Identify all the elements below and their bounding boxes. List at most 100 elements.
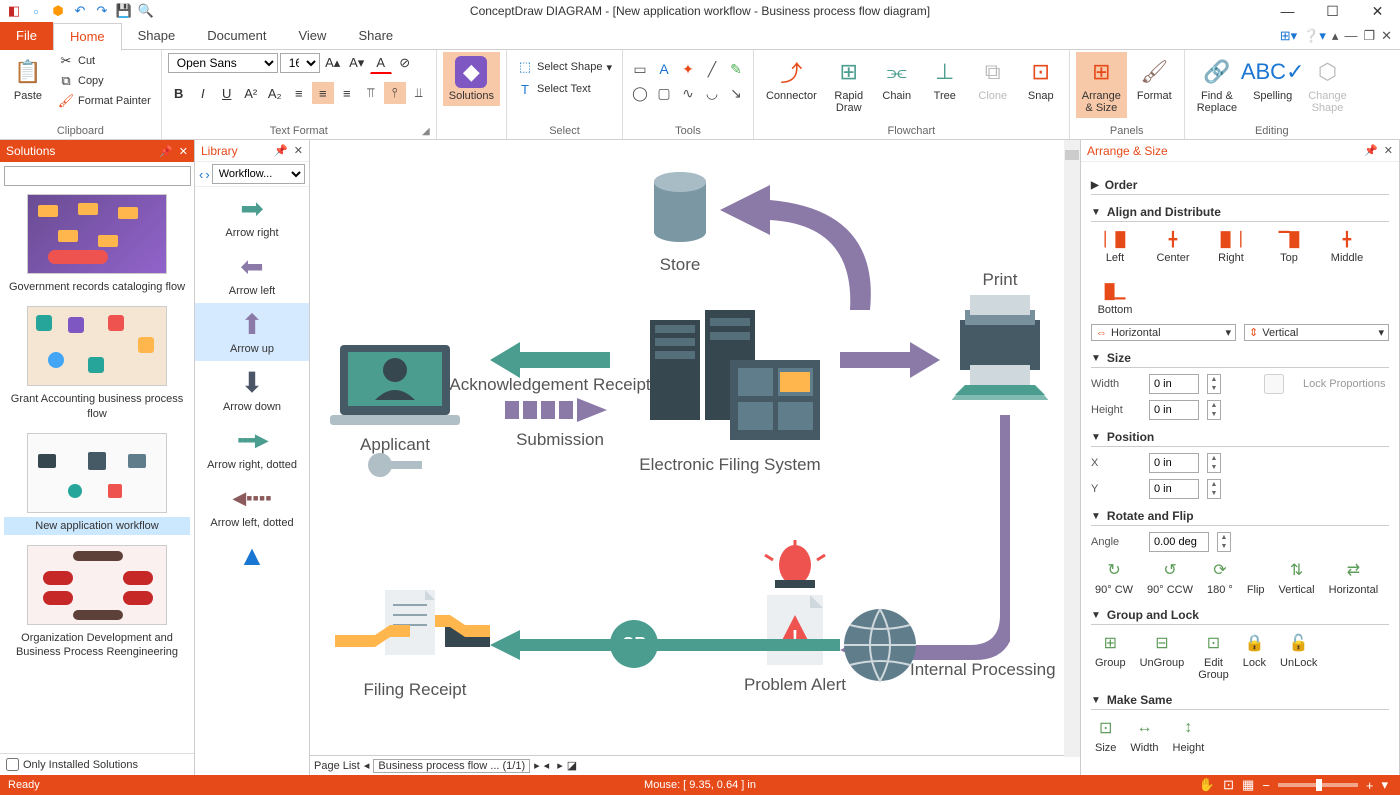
new-icon[interactable]: ▫ bbox=[28, 3, 44, 19]
solution-item[interactable]: Government records cataloging flow bbox=[4, 194, 190, 296]
ribbon-collapse-icon[interactable]: ▴ bbox=[1332, 28, 1339, 44]
text-format-expander-icon[interactable]: ◢ bbox=[422, 126, 430, 137]
shape-applicant[interactable]: Applicant bbox=[320, 340, 470, 490]
width-input[interactable] bbox=[1149, 374, 1199, 394]
y-spinner[interactable]: ▲▼ bbox=[1207, 479, 1221, 499]
align-left-button[interactable]: ≡ bbox=[288, 82, 310, 104]
decrease-font-icon[interactable]: A▾ bbox=[346, 52, 368, 74]
library-list[interactable]: ➡Arrow right ⬅Arrow left ⬆Arrow up ⬇Arro… bbox=[195, 187, 309, 775]
section-align[interactable]: ▼Align and Distribute bbox=[1091, 201, 1389, 222]
connector-button[interactable]: ⤴Connector bbox=[760, 52, 823, 106]
unlock-button[interactable]: 🔓UnLock bbox=[1280, 633, 1317, 681]
change-shape-button[interactable]: ⬡Change Shape bbox=[1302, 52, 1353, 118]
same-size-button[interactable]: ⊡Size bbox=[1095, 718, 1116, 754]
find-replace-button[interactable]: 🔗Find & Replace bbox=[1191, 52, 1243, 118]
tool-connector-icon[interactable]: ↘ bbox=[725, 82, 747, 104]
cut-button[interactable]: ✂Cut bbox=[54, 52, 155, 70]
status-zoom-dropdown-icon[interactable]: ▾ bbox=[1381, 777, 1388, 793]
library-item[interactable]: ▪▪▪▪▶Arrow right, dotted bbox=[195, 419, 309, 477]
shape-problem-alert[interactable]: ! Problem Alert bbox=[735, 540, 855, 695]
section-order[interactable]: ▶Order bbox=[1091, 174, 1389, 195]
tool-line-icon[interactable]: ╱ bbox=[701, 58, 723, 80]
rotate-cw-button[interactable]: ↻90° CW bbox=[1095, 560, 1133, 596]
subscript-button[interactable]: A₂ bbox=[264, 82, 286, 104]
bold-button[interactable]: B bbox=[168, 82, 190, 104]
superscript-button[interactable]: A² bbox=[240, 82, 262, 104]
status-zoom-out-icon[interactable]: − bbox=[1262, 778, 1270, 793]
chain-button[interactable]: ⫘Chain bbox=[875, 52, 919, 106]
rotate-180-button[interactable]: ⟳180 ° bbox=[1207, 560, 1233, 596]
minimize-inner-icon[interactable]: — bbox=[1344, 28, 1357, 43]
increase-font-icon[interactable]: A▴ bbox=[322, 52, 344, 74]
diagram-canvas[interactable]: Store Print Applicant Acknowledgement Re… bbox=[310, 140, 1064, 755]
status-grid-icon[interactable]: ▦ bbox=[1242, 777, 1254, 793]
zoom-icon[interactable]: 🔍 bbox=[138, 3, 154, 19]
y-input[interactable] bbox=[1149, 479, 1199, 499]
clear-format-icon[interactable]: ⊘ bbox=[394, 52, 416, 74]
solutions-search-input[interactable] bbox=[4, 166, 191, 186]
tool-text-icon[interactable]: A bbox=[653, 58, 675, 80]
spelling-button[interactable]: ABC✓Spelling bbox=[1247, 52, 1298, 106]
align-right-button2[interactable]: █▕Right bbox=[1211, 230, 1251, 264]
group-button[interactable]: ⊞Group bbox=[1095, 633, 1126, 681]
solutions-close-icon[interactable]: ✕ bbox=[179, 145, 188, 158]
align-bottom-button[interactable]: █▁Bottom bbox=[1095, 282, 1135, 316]
clone-button[interactable]: ⧉Clone bbox=[971, 52, 1015, 106]
rapid-draw-button[interactable]: ⊞Rapid Draw bbox=[827, 52, 871, 118]
library-item[interactable]: ▲ bbox=[195, 535, 309, 581]
snap-button[interactable]: ⊡Snap bbox=[1019, 52, 1063, 106]
library-pin-icon[interactable]: 📌 bbox=[274, 144, 288, 157]
distribute-horizontal-select[interactable]: ⇔Horizontal▾ bbox=[1091, 324, 1236, 341]
align-center-button[interactable]: ≡ bbox=[312, 82, 334, 104]
status-fit-icon[interactable]: ⊡ bbox=[1223, 777, 1234, 793]
align-right-button[interactable]: ≡ bbox=[336, 82, 358, 104]
tab-shape[interactable]: Shape bbox=[122, 22, 192, 50]
section-size[interactable]: ▼Size bbox=[1091, 347, 1389, 368]
app-icon[interactable]: ◧ bbox=[6, 3, 22, 19]
restore-inner-icon[interactable]: ❐ bbox=[1363, 28, 1375, 44]
same-width-button[interactable]: ↔Width bbox=[1130, 718, 1158, 754]
ungroup-button[interactable]: ⊟UnGroup bbox=[1140, 633, 1185, 681]
lock-button[interactable]: 🔒Lock bbox=[1243, 633, 1266, 681]
font-family-select[interactable]: Open Sans bbox=[168, 53, 278, 73]
library-item[interactable]: ⬇Arrow down bbox=[195, 361, 309, 419]
tool-star-icon[interactable]: ✦ bbox=[677, 58, 699, 80]
layout-icon[interactable]: ⊞▾ bbox=[1280, 28, 1297, 44]
valign-middle-button[interactable]: ⫯ bbox=[384, 82, 406, 104]
select-shape-button[interactable]: ⬚Select Shape ▾ bbox=[513, 58, 616, 76]
close-button[interactable]: ✕ bbox=[1355, 0, 1400, 22]
hscroll-left-icon[interactable]: ◂ bbox=[544, 759, 550, 772]
shape-efs[interactable]: Electronic Filing System bbox=[620, 310, 840, 475]
same-height-button[interactable]: ↕Height bbox=[1173, 718, 1205, 754]
align-top-button[interactable]: ▔█Top bbox=[1269, 230, 1309, 264]
canvas-vscroll[interactable] bbox=[1064, 140, 1080, 757]
help-icon[interactable]: ❔▾ bbox=[1303, 28, 1326, 44]
height-input[interactable] bbox=[1149, 400, 1199, 420]
shape-store[interactable]: Store bbox=[640, 170, 720, 275]
font-color-icon[interactable]: A bbox=[370, 52, 392, 74]
page-prev-icon[interactable]: ◂ bbox=[364, 759, 370, 772]
library-dropdown[interactable]: Workflow... bbox=[212, 164, 305, 184]
undo-icon[interactable]: ↶ bbox=[72, 3, 88, 19]
tab-document[interactable]: Document bbox=[191, 22, 282, 50]
tool-rect-icon[interactable]: ▭ bbox=[629, 58, 651, 80]
page-corner-icon[interactable]: ◪ bbox=[567, 759, 577, 772]
status-hand-icon[interactable]: ✋ bbox=[1199, 777, 1215, 793]
library-item[interactable]: ⬆Arrow up bbox=[195, 303, 309, 361]
solutions-pin-icon[interactable]: 📌 bbox=[159, 145, 173, 158]
height-spinner[interactable]: ▲▼ bbox=[1207, 400, 1221, 420]
edit-group-button[interactable]: ⊡Edit Group bbox=[1198, 633, 1229, 681]
width-spinner[interactable]: ▲▼ bbox=[1207, 374, 1221, 394]
flip-vertical-button[interactable]: ⇅Vertical bbox=[1279, 560, 1315, 596]
only-installed-checkbox[interactable] bbox=[6, 758, 19, 771]
library-item[interactable]: ➡Arrow right bbox=[195, 187, 309, 245]
tool-ellipse-icon[interactable]: ◯ bbox=[629, 82, 651, 104]
valign-bottom-button[interactable]: ⫫ bbox=[408, 82, 430, 104]
section-make-same[interactable]: ▼Make Same bbox=[1091, 689, 1389, 710]
tool-rounded-icon[interactable]: ▢ bbox=[653, 82, 675, 104]
rotate-ccw-button[interactable]: ↺90° CCW bbox=[1147, 560, 1193, 596]
tool-bezier-icon[interactable]: ∿ bbox=[677, 82, 699, 104]
font-size-select[interactable]: 16 bbox=[280, 53, 320, 73]
shape-print[interactable]: Print bbox=[940, 270, 1060, 405]
solution-item[interactable]: Grant Accounting business process flow bbox=[4, 306, 190, 423]
